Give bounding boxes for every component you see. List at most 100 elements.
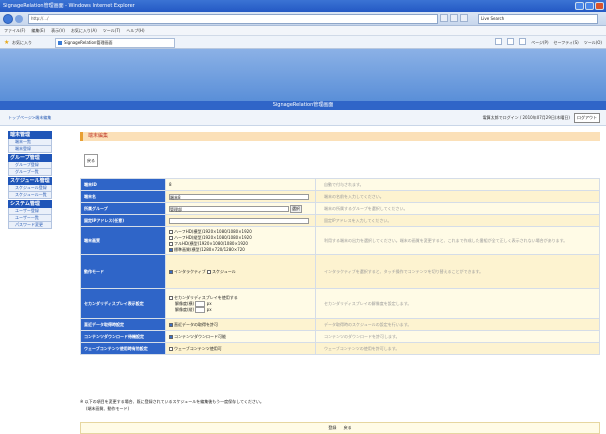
menu-favorites[interactable]: お気に入り(A) xyxy=(71,26,97,35)
breadcrumb[interactable]: トップページ>端末編集 xyxy=(8,110,51,126)
radio-icon[interactable] xyxy=(169,235,173,240)
menu-tools[interactable]: ツール(T) xyxy=(103,26,121,35)
checkbox-icon[interactable] xyxy=(169,346,173,351)
radio-icon[interactable] xyxy=(169,269,173,274)
table-row: 端末名 端末8 端末の名前を入力してください。 xyxy=(80,190,600,203)
field-label: 端末ID xyxy=(80,178,166,191)
menu-tools-cmd[interactable]: ツール(O) xyxy=(584,38,602,47)
sidebar-item-terminal-register[interactable]: 端末登録 xyxy=(8,146,52,153)
menu-help[interactable]: ヘルプ(H) xyxy=(126,26,144,35)
back-bottom-button[interactable]: 戻る xyxy=(341,423,355,433)
favorites-bar: ★ お気に入り SignageRelation管理画面 ページ(P) セーフティ… xyxy=(0,36,606,49)
table-row: コンテンツダウンロード待機設定 コンテンツダウンロード可能 コンテンツのダウンロ… xyxy=(80,330,600,343)
sidebar-item-schedule-list[interactable]: スケジュール一覧 xyxy=(8,192,52,199)
field-label: 固定IPアドレス(任意) xyxy=(80,214,166,227)
browser-tab[interactable]: SignageRelation管理画面 xyxy=(55,38,175,48)
sub-label: 解像度(横) xyxy=(175,300,195,306)
field-label: 端末名 xyxy=(80,190,166,203)
sidebar-item-schedule-register[interactable]: スケジュール登録 xyxy=(8,185,52,192)
forward-arrow-icon[interactable] xyxy=(15,15,23,23)
menu-edit[interactable]: 編集(E) xyxy=(31,26,45,35)
form-actions: 登録 戻る xyxy=(80,422,600,434)
table-row: 端末ID 8 自動で付与されます。 xyxy=(80,178,600,191)
field-desc: セカンダリディスプレイの解像度を設定します。 xyxy=(315,288,600,319)
stop-icon[interactable] xyxy=(460,14,468,22)
sub-header: トップページ>端末編集 電算太郎でログイン / 2010年07月29日(木曜日)… xyxy=(0,110,606,126)
favorites-label[interactable]: お気に入り xyxy=(12,36,32,49)
ip-address-input[interactable] xyxy=(169,217,309,224)
mode-option[interactable]: インタラクティブ xyxy=(174,269,206,274)
resolution-option[interactable]: 標準画質(横型)1280×720/1280×720 xyxy=(174,247,245,252)
radio-icon[interactable] xyxy=(169,241,173,246)
sidebar-item-user-list[interactable]: ユーザー一覧 xyxy=(8,215,52,222)
maximize-icon[interactable] xyxy=(585,2,594,10)
url-input[interactable]: http://.../ xyxy=(28,14,438,24)
compatibility-icon[interactable] xyxy=(440,14,448,22)
table-row: 動作モード インタラクティブ スケジュール インタラクティブを選択すると、タッチ… xyxy=(80,254,600,289)
resolution-option[interactable]: ハーフHD(縦型)1920×1080/1080×1920 xyxy=(174,235,252,240)
menu-file[interactable]: ファイル(F) xyxy=(4,26,25,35)
height-input[interactable] xyxy=(195,306,206,313)
print-icon[interactable] xyxy=(519,38,527,45)
radio-icon[interactable] xyxy=(169,229,173,234)
search-input[interactable]: Live Search xyxy=(478,14,598,24)
field-label: ウェーブコンテンツ使用時有効設定 xyxy=(80,342,166,355)
resolution-option[interactable]: ハーフHD(横型)1920×1080/1080×1920 xyxy=(174,229,252,234)
secondary-display-checkbox[interactable]: セカンダリディスプレイを使用する xyxy=(174,295,238,300)
terminal-name-input[interactable]: 端末8 xyxy=(169,193,309,200)
field-desc: 固定IPアドレスを入力してください。 xyxy=(315,214,600,227)
field-label: 所属グループ xyxy=(80,202,166,215)
sidebar-head-terminal: 端末管理 xyxy=(8,131,52,139)
table-row: 所属グループ 管理部 選択 端末の所属するグループを選択してください。 xyxy=(80,202,600,215)
table-row: ウェーブコンテンツ使用時有効設定 ウェーブコンテンツ使用可 ウェーブコンテンツの… xyxy=(80,342,600,355)
field-desc: コンテンツのダウンロードを許可します。 xyxy=(315,330,600,343)
page-header-title: SignageRelation管理画面 xyxy=(272,102,334,108)
sidebar: 端末管理 端末一覧 端末登録 グループ管理 グループ登録 グループ一覧 スケジュ… xyxy=(8,130,52,229)
close-icon[interactable] xyxy=(595,2,604,10)
checkbox-icon[interactable] xyxy=(169,322,173,327)
sidebar-item-group-list[interactable]: グループ一覧 xyxy=(8,169,52,176)
group-select-button[interactable]: 選択 xyxy=(290,204,302,213)
home-icon[interactable] xyxy=(495,38,503,45)
field-desc: 利用する端末の出力を選択してください。端末の画質を変更すると、これまで作成した番… xyxy=(315,226,600,255)
submit-button[interactable]: 登録 xyxy=(325,423,339,433)
field-desc: 端末の所属するグループを選択してください。 xyxy=(315,202,600,215)
page-title: 端末編集 xyxy=(80,132,600,141)
edit-note: ※ 以下の項目を変更する場合、既に登録されているスケジュールを編集後もう一度保存… xyxy=(80,398,264,412)
table-row: セカンダリディスプレイ表示設定 セカンダリディスプレイを使用する 解像度(横) … xyxy=(80,288,600,319)
window-titlebar: SignageRelation管理画面 - Windows Internet E… xyxy=(0,0,606,12)
field-label: セカンダリディスプレイ表示設定 xyxy=(80,288,166,319)
sidebar-item-group-register[interactable]: グループ登録 xyxy=(8,162,52,169)
radio-icon[interactable] xyxy=(207,269,212,274)
wave-content-checkbox[interactable]: ウェーブコンテンツ使用可 xyxy=(174,346,222,351)
table-row: 端末画質 ハーフHD(横型)1920×1080/1080×1920 ハーフHD(… xyxy=(80,226,600,255)
back-arrow-icon[interactable] xyxy=(3,14,13,24)
window-title: SignageRelation管理画面 - Windows Internet E… xyxy=(3,3,135,9)
sidebar-item-password[interactable]: パスワード変更 xyxy=(8,222,52,229)
minimize-icon[interactable] xyxy=(575,2,584,10)
content-download-checkbox[interactable]: コンテンツダウンロード可能 xyxy=(174,334,226,339)
terminal-edit-form: 端末ID 8 自動で付与されます。 端末名 端末8 端末の名前を入力してください… xyxy=(80,178,600,355)
menu-safety[interactable]: セーフティ(S) xyxy=(554,38,579,47)
sidebar-head-schedule: スケジュール管理 xyxy=(8,177,52,185)
back-button[interactable]: 戻る xyxy=(84,154,98,167)
checkbox-icon[interactable] xyxy=(169,295,173,300)
radio-icon[interactable] xyxy=(169,247,173,252)
group-input[interactable]: 管理部 xyxy=(169,205,289,212)
recent-data-checkbox[interactable]: 直近データの取得を許可 xyxy=(174,322,218,327)
field-desc: インタラクティブを選択すると、タッチ操作でコンテンツを切り替えることができます。 xyxy=(315,254,600,289)
mode-option[interactable]: スケジュール xyxy=(212,269,236,274)
menu-page[interactable]: ページ(P) xyxy=(531,38,548,47)
sidebar-item-terminal-list[interactable]: 端末一覧 xyxy=(8,139,52,146)
table-row: 固定IPアドレス(任意) 固定IPアドレスを入力してください。 xyxy=(80,214,600,227)
sidebar-item-user-register[interactable]: ユーザー登録 xyxy=(8,208,52,215)
favorites-star-icon[interactable]: ★ xyxy=(4,39,9,46)
user-info: 電算太郎でログイン / 2010年07月29日(木曜日) xyxy=(482,115,570,120)
logout-button[interactable]: ログアウト xyxy=(574,113,600,123)
feeds-icon[interactable] xyxy=(507,38,515,45)
resolution-option[interactable]: フルHD(横型)1920×1080/1080×1920 xyxy=(174,241,248,246)
refresh-icon[interactable] xyxy=(450,14,458,22)
note-line: (端末画質、動作モード) xyxy=(86,406,130,411)
menu-view[interactable]: 表示(V) xyxy=(51,26,65,35)
checkbox-icon[interactable] xyxy=(169,334,173,339)
